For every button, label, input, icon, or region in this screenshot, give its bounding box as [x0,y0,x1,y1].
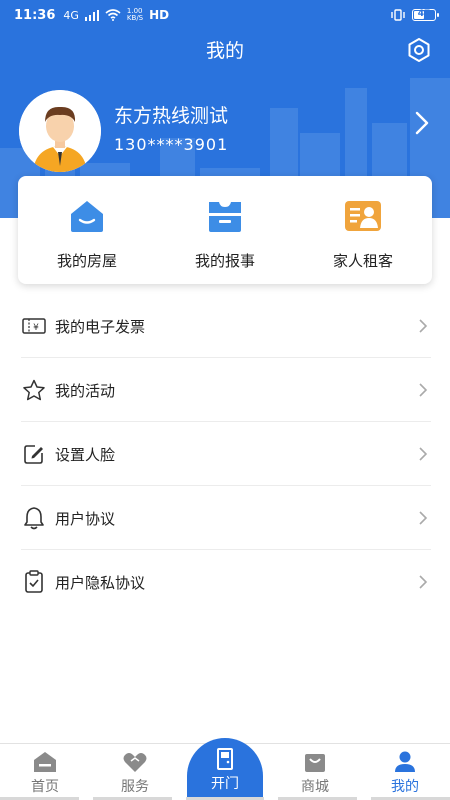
invoice-icon: ¥ [22,318,46,334]
menu-item-label: 用户协议 [55,509,116,528]
status-time: 11:36 [14,7,56,23]
menu-item-label: 我的活动 [55,381,116,400]
chevron-right-icon [419,319,428,333]
menu-item-label: 用户隐私协议 [55,573,146,592]
quick-action-label: 我的房屋 [56,252,117,270]
wifi-icon [105,9,121,21]
net-speed-unit: KB/S [126,14,144,22]
nav-mall-label: 商城 [301,779,329,795]
nav-home[interactable]: 首页 [0,744,90,800]
vibrate-icon [391,9,405,21]
svg-text:¥: ¥ [33,323,39,333]
star-icon [23,379,45,401]
chevron-right-icon [419,511,428,525]
signal-indicators: 4G 1.00 KB/S HD [63,8,170,23]
menu-list: ¥ 我的电子发票 我的活动 设置人脸 用户协议 用户隐私协议 [0,294,450,614]
edit-icon [24,445,43,464]
nav-service-label: 服务 [121,779,149,795]
menu-item-user-agreement[interactable]: 用户协议 [0,486,450,550]
menu-item-label: 我的电子发票 [55,317,146,336]
avatar[interactable] [19,90,101,172]
quick-action-family-tenant[interactable]: 家人租客 [294,176,432,284]
open-door-label: 开门 [211,776,239,792]
home-icon [34,752,56,772]
heart-hands-icon [123,753,147,772]
door-icon [217,748,233,770]
menu-item-privacy-agreement[interactable]: 用户隐私协议 [0,550,450,614]
clipboard-icon [25,570,43,593]
report-icon [209,202,241,232]
user-avatar-icon [19,90,101,172]
menu-item-set-face[interactable]: 设置人脸 [0,422,450,486]
user-name: 东方热线测试 [114,105,229,127]
status-right: 47 [390,9,439,21]
quick-action-my-house[interactable]: 我的房屋 [18,176,156,284]
page-title: 我的 [205,40,244,62]
battery-icon: 47 [412,9,439,21]
menu-item-label: 设置人脸 [55,445,116,464]
house-icon [71,201,103,232]
user-icon [395,751,415,772]
quick-action-my-report[interactable]: 我的报事 [156,176,294,284]
nav-mine[interactable]: 我的 [360,744,450,800]
chevron-right-icon [419,447,428,461]
chevron-right-icon [419,383,428,397]
settings-icon[interactable] [406,37,432,63]
quick-action-label: 家人租客 [332,252,393,270]
user-phone: 130****3901 [114,135,229,154]
profile-chevron-right-icon[interactable] [414,110,430,136]
nav-home-label: 首页 [31,779,59,795]
family-tenant-icon [345,201,381,231]
quick-actions-card: 我的房屋 我的报事 家人租客 [18,176,432,284]
shopping-bag-icon [305,754,325,772]
quick-action-label: 我的报事 [194,252,255,270]
nav-service[interactable]: 服务 [90,744,180,800]
hd-indicator: HD [149,8,170,22]
chevron-right-icon [419,575,428,589]
network-type: 4G [63,8,79,22]
battery-level: 47 [417,9,431,19]
signal-icon [84,9,99,21]
bell-icon [24,507,44,530]
menu-item-e-invoice[interactable]: ¥ 我的电子发票 [0,294,450,358]
status-bar: 11:36 4G 1.00 KB/S HD 47 [0,0,450,30]
menu-item-my-activities[interactable]: 我的活动 [0,358,450,422]
nav-mall[interactable]: 商城 [270,744,360,800]
nav-mine-label: 我的 [391,779,419,795]
